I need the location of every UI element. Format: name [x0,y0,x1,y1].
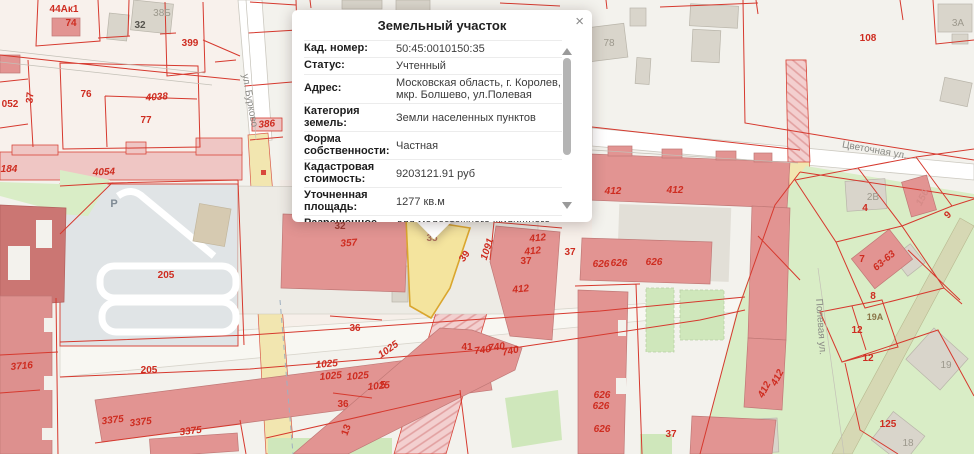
parcel-label: 108 [860,33,877,44]
parcel-info-popup: Земельный участок × Кад. номер: 50:45:00… [292,10,592,222]
parcel-label: 357 [340,237,358,249]
parcel-label: 386 [258,118,276,130]
field-row-category: Категория земель: Земли населенных пункт… [304,103,562,131]
parcel-label: 626 [594,390,611,401]
field-rows: Кад. номер: 50:45:0010150:35 Статус: Учт… [304,40,562,222]
parcel-label: 37 [520,256,532,267]
parcel-label: 37 [25,91,37,103]
scroll-up-icon[interactable] [562,48,572,55]
parcel-label: P [110,198,117,210]
parcel-label: 1025 [315,358,339,371]
parcel-label: 412 [528,232,547,245]
parcel-label: 4054 [92,167,116,179]
parcel-label: 1025 [319,370,343,383]
parcel-label: 12 [851,325,863,336]
field-value: 50:45:0010150:35 [392,43,562,55]
field-value: Земли населенных пунктов [392,112,562,124]
field-value: 1277 кв.м [392,196,562,208]
parcel-label: 412 [511,283,530,296]
parcel-label: 8 [870,291,876,302]
parcel-label: 626 [646,257,663,268]
parcel-label: 36 [337,399,349,410]
field-row-area: Уточненная площадь: 1277 кв.м [304,187,562,215]
field-value: Московская область, г. Королев, мкр. Бол… [392,77,562,101]
field-value: 9203121.91 руб [392,168,562,180]
parcel-label: 4 [862,203,868,214]
parcel-label: 5 [380,380,386,391]
parcel-label: 626 [593,259,610,270]
field-value: для малоэтажного жилищного [392,218,562,222]
parcel-label: 3716 [10,360,34,373]
scroll-down-icon[interactable] [562,202,572,209]
field-label: Категория земель: [304,106,392,129]
parcel-label: 205 [141,365,158,376]
parcel-label: 32 [334,221,346,232]
parcel-label: 44Ак1 [50,4,79,15]
parcel-label: 626 [593,401,610,412]
parcel-label: 626 [594,424,611,435]
parcel-label: 19 [940,360,952,371]
close-icon[interactable]: × [573,12,586,31]
field-label: Адрес: [304,83,392,95]
parcel-label: 32 [134,20,146,31]
parcel-label: 3А [952,18,965,29]
parcel-label: 41 [461,342,473,353]
parcel-label: 205 [158,270,175,281]
parcel-label: 19А [867,312,884,322]
field-row-status: Статус: Учтенный [304,57,562,74]
parcel-label: 37 [665,429,677,440]
parcel-label: 18 [902,438,914,449]
field-value: Учтенный [392,60,562,72]
field-label: Статус: [304,60,392,72]
popup-title: Земельный участок [292,18,592,33]
parcel-label: 412 [604,186,622,197]
parcel-label: 1025 [367,380,391,393]
parcel-label: 184 [1,164,18,175]
parcel-label: 36 [349,323,361,334]
parcel-label: 399 [182,38,199,49]
parcel-label: 125 [880,419,897,430]
parcel-label: 2В [867,192,880,203]
parcel-label: 412 [666,185,684,196]
field-label: Форма собственности: [304,134,392,157]
parcel-label: 77 [140,115,152,126]
parcel-label: 38Б [153,8,171,19]
field-label: Кад. номер: [304,43,392,55]
cadastral-map-app: 44Ак1743238Б39905237764038773861844054ул… [0,0,974,454]
parcel-label: 4038 [144,91,168,104]
parcel-label: 12 [862,353,874,364]
parcel-label: 626 [611,258,628,269]
parcel-label: 37 [564,247,576,258]
field-row-kad-nomer: Кад. номер: 50:45:0010150:35 [304,40,562,57]
parcel-label: 052 [2,99,19,110]
parcel-label: 76 [80,89,92,100]
field-row-address: Адрес: Московская область, г. Королев, м… [304,74,562,103]
scrollbar-thumb[interactable] [563,58,571,155]
field-label: Разрешенное [304,218,392,222]
parcel-label: 74 [65,18,77,29]
field-label: Кадастровая стоимость: [304,162,392,185]
parcel-label: 1025 [346,370,370,383]
parcel-label: 78 [603,38,615,49]
parcel-label: 7 [859,254,865,265]
field-row-cost: Кадастровая стоимость: 9203121.91 руб [304,159,562,187]
field-row-ownership: Форма собственности: Частная [304,131,562,159]
field-row-permitted-use: Разрешенное для малоэтажного жилищного [304,215,562,222]
field-label: Уточненная площадь: [304,190,392,213]
field-value: Частная [392,140,562,152]
